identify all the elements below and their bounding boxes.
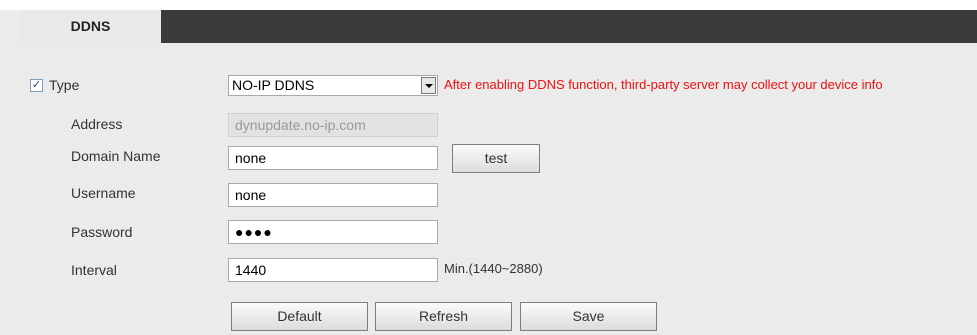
chevron-down-icon[interactable] <box>421 77 436 94</box>
ddns-warning-text: After enabling DDNS function, third-part… <box>444 77 883 92</box>
type-select[interactable]: NO-IP DDNS <box>228 75 438 96</box>
save-button[interactable]: Save <box>520 302 657 331</box>
test-button[interactable]: test <box>452 144 540 173</box>
tab-ddns[interactable]: DDNS <box>20 10 161 43</box>
default-button[interactable]: Default <box>231 302 368 331</box>
password-label: Password <box>71 224 133 240</box>
password-input[interactable]: ●●●● <box>228 220 438 244</box>
type-enable-checkbox[interactable]: ✓ <box>30 79 43 92</box>
address-label: Address <box>71 116 123 132</box>
username-input[interactable]: none <box>228 183 438 207</box>
refresh-button[interactable]: Refresh <box>375 302 512 331</box>
interval-label: Interval <box>71 262 117 278</box>
username-label: Username <box>71 185 136 201</box>
interval-range-hint: Min.(1440~2880) <box>444 261 543 276</box>
type-select-value: NO-IP DDNS <box>232 77 315 93</box>
type-label: Type <box>49 77 80 93</box>
address-field: dynupdate.no-ip.com <box>228 113 438 137</box>
ddns-settings-page: DDNS ✓ Type NO-IP DDNS After enabling DD… <box>0 0 977 335</box>
domain-name-input[interactable]: none <box>228 146 438 170</box>
interval-input[interactable]: 1440 <box>228 258 438 282</box>
tab-bar <box>20 10 977 43</box>
domain-name-label: Domain Name <box>71 148 161 164</box>
top-strip <box>0 0 977 10</box>
